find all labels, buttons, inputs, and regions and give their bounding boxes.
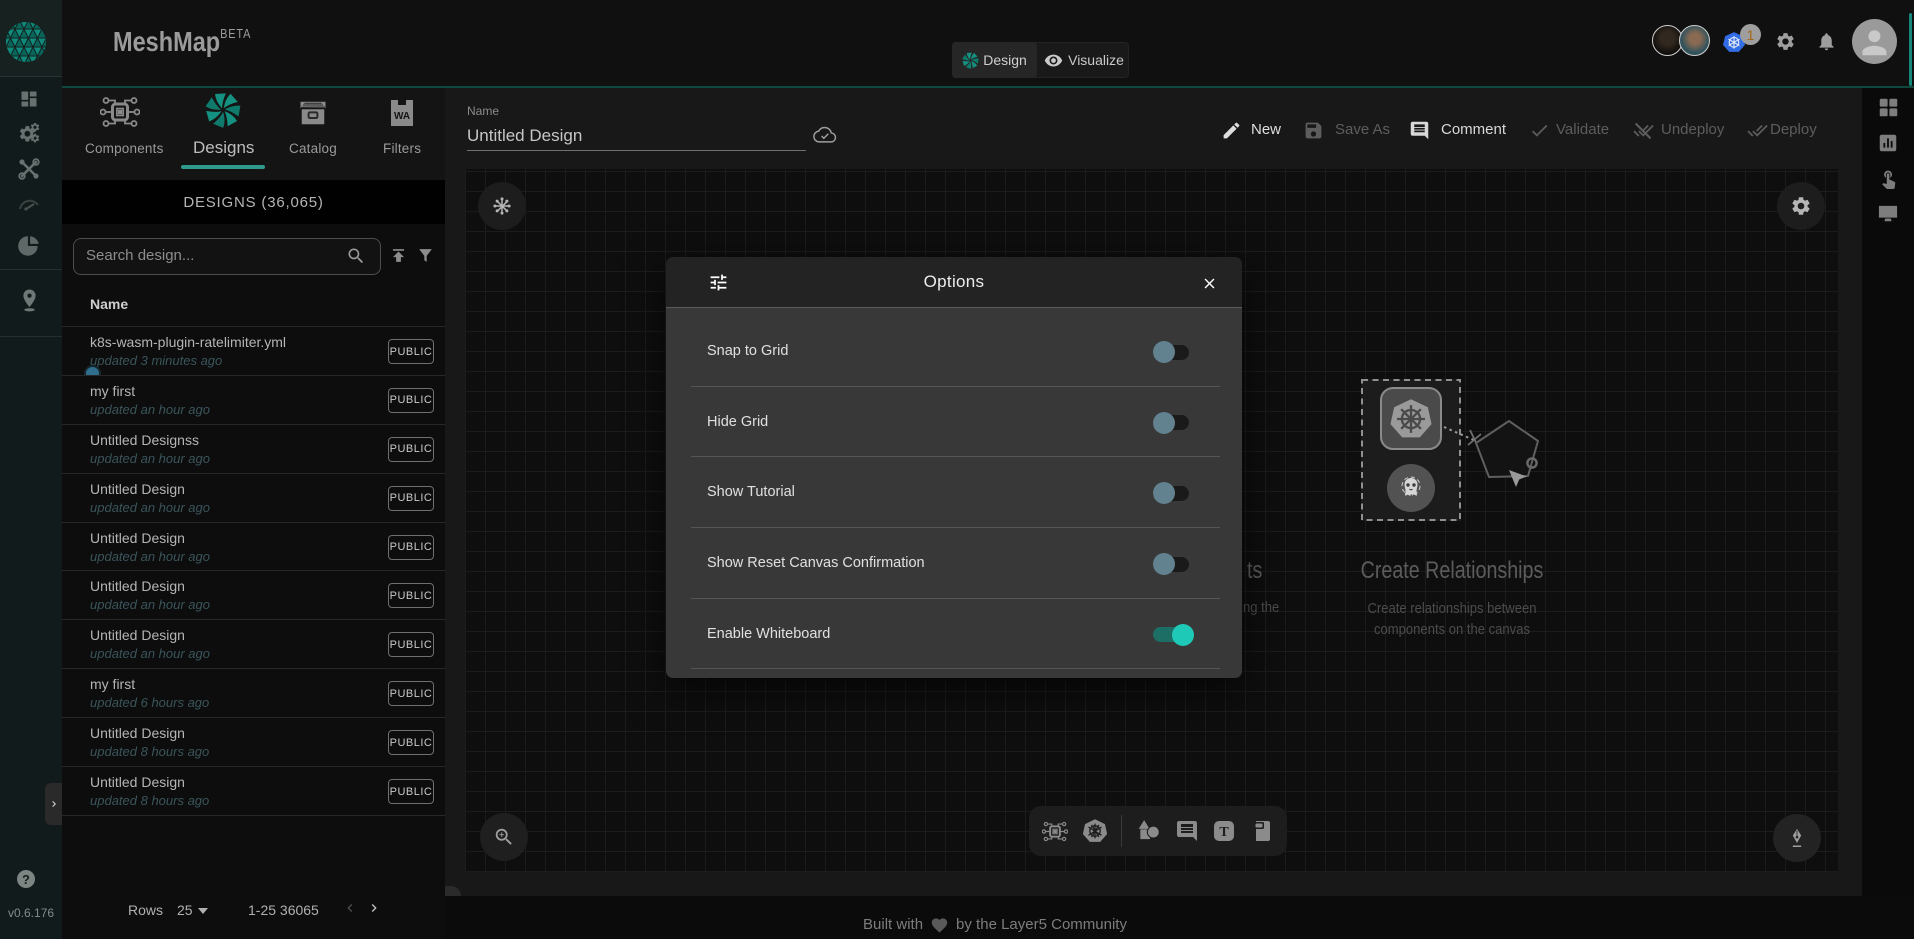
svg-text:T: T [1220, 825, 1230, 840]
svg-text:WA: WA [394, 111, 410, 122]
